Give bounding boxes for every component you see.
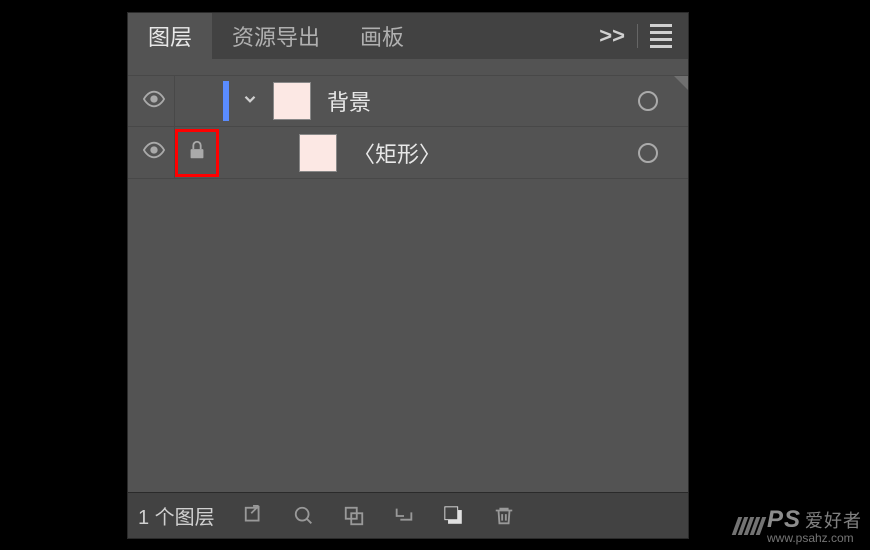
watermark-brand: PS bbox=[767, 508, 801, 532]
visibility-toggle[interactable] bbox=[138, 139, 170, 166]
new-layer-icon[interactable] bbox=[443, 505, 465, 527]
column-separator bbox=[174, 75, 175, 127]
watermark-text: 爱好者 bbox=[805, 512, 862, 530]
chevron-down-icon[interactable] bbox=[241, 90, 259, 113]
target-icon[interactable] bbox=[638, 143, 658, 163]
visibility-toggle[interactable] bbox=[138, 88, 170, 115]
target-icon[interactable] bbox=[638, 91, 658, 111]
eye-icon bbox=[143, 88, 165, 115]
watermark: PS 爱好者 www.psahz.com bbox=[735, 508, 862, 544]
menu-icon[interactable] bbox=[650, 24, 672, 48]
export-icon[interactable] bbox=[243, 505, 265, 527]
corner-fold-icon bbox=[674, 76, 688, 90]
layer-list: 背景 〈矩形〉 bbox=[128, 59, 688, 179]
layer-name[interactable]: 背景 bbox=[327, 85, 371, 117]
panel-footer: 1 个图层 bbox=[128, 492, 688, 538]
delete-icon[interactable] bbox=[493, 505, 515, 527]
new-sublayer-icon[interactable] bbox=[343, 505, 365, 527]
watermark-url: www.psahz.com bbox=[767, 532, 854, 544]
lock-highlight bbox=[175, 129, 219, 177]
layer-row-background[interactable]: 背景 bbox=[128, 75, 688, 127]
tab-artboard[interactable]: 画板 bbox=[340, 13, 424, 59]
layer-thumbnail[interactable] bbox=[299, 134, 337, 172]
tabs-controls: >> bbox=[599, 23, 688, 49]
selection-indicator bbox=[223, 81, 229, 121]
eye-icon bbox=[143, 139, 165, 166]
panel-tabs: 图层 资源导出 画板 >> bbox=[128, 13, 688, 59]
tab-layers[interactable]: 图层 bbox=[128, 13, 212, 59]
expand-icon[interactable]: >> bbox=[599, 23, 625, 49]
layer-count: 1 个图层 bbox=[138, 501, 215, 530]
lock-icon[interactable] bbox=[186, 139, 208, 166]
layer-name[interactable]: 〈矩形〉 bbox=[353, 137, 441, 169]
clip-mask-icon[interactable] bbox=[393, 505, 415, 527]
watermark-bars-icon bbox=[732, 517, 767, 535]
layer-row-rectangle[interactable]: 〈矩形〉 bbox=[128, 127, 688, 179]
search-icon[interactable] bbox=[293, 505, 315, 527]
divider bbox=[637, 24, 638, 48]
layers-panel: 图层 资源导出 画板 >> 背景 bbox=[127, 12, 689, 539]
tab-export[interactable]: 资源导出 bbox=[212, 13, 340, 59]
layer-thumbnail[interactable] bbox=[273, 82, 311, 120]
